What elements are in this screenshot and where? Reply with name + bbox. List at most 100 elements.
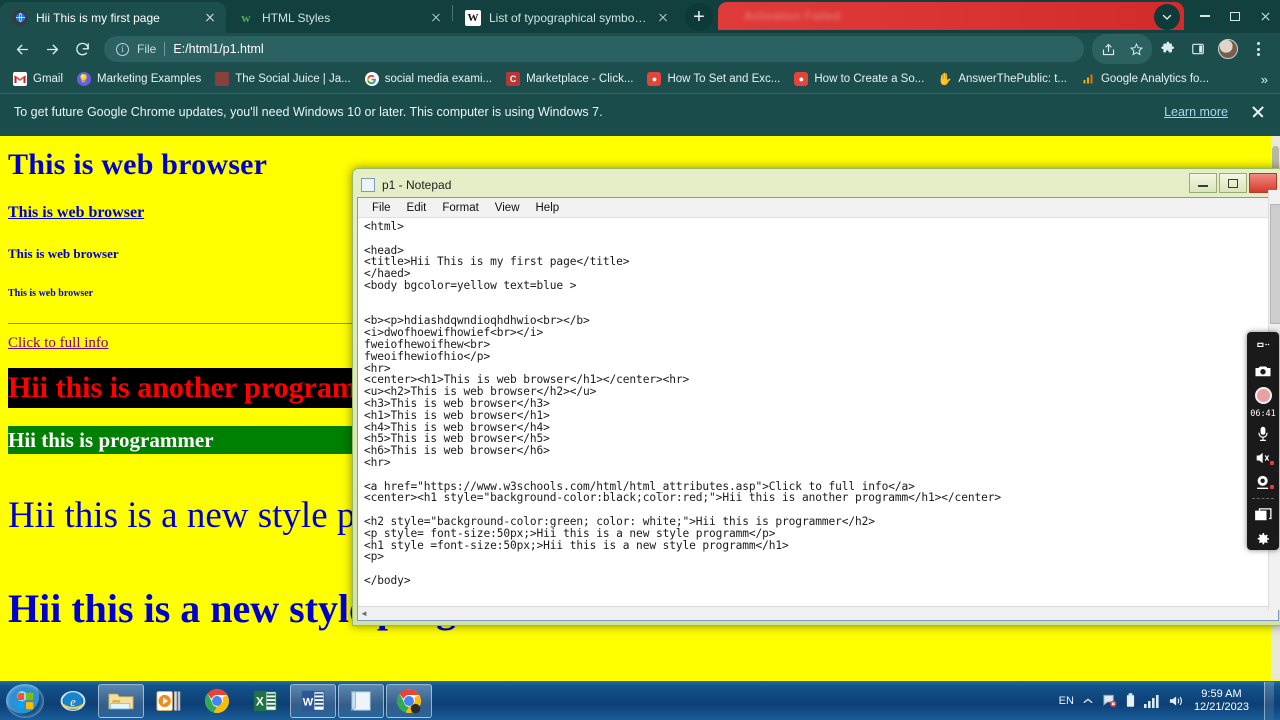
clock[interactable]: 9:59 AM 12/21/2023 <box>1194 688 1249 714</box>
puzzle-icon[interactable] <box>1154 35 1182 63</box>
network-icon[interactable] <box>1102 694 1117 708</box>
taskbar-item-google-chrome[interactable] <box>194 684 240 718</box>
taskbar-item-microsoft-word[interactable]: W <box>290 683 336 718</box>
close-icon[interactable] <box>1250 1 1280 31</box>
system-tray: EN 9:59 AM 12/21/2023 <box>1059 681 1280 720</box>
three-dot-menu-icon[interactable] <box>1244 35 1272 63</box>
show-desktop-button[interactable] <box>1264 681 1274 720</box>
learn-more-link[interactable]: Learn more <box>1164 105 1228 119</box>
reload-icon[interactable] <box>68 35 96 63</box>
tab-strip: Hii This is my first page w HTML Styles … <box>0 0 1280 33</box>
banner-message: To get future Google Chrome updates, you… <box>14 104 603 119</box>
bookmark-gmail[interactable]: Gmail <box>6 69 70 89</box>
svg-text:X: X <box>256 694 264 708</box>
taskbar-item-notepad[interactable] <box>338 683 384 718</box>
bookmark-marketing-examples[interactable]: 💡 Marketing Examples <box>70 69 208 89</box>
chevron-up-icon[interactable] <box>1083 697 1093 705</box>
notepad-window[interactable]: p1 - Notepad File Edit Format View Help … <box>352 168 1280 626</box>
address-bar[interactable]: i File E:/html1/p1.html <box>104 36 1084 62</box>
activation-notification-strip: Activation Failed <box>718 2 1184 30</box>
close-icon[interactable] <box>428 10 444 26</box>
bookmark-label: social media exami... <box>384 73 493 85</box>
bookmark-the-social-juice[interactable]: The Social Juice | Ja... <box>208 69 357 89</box>
wikipedia-icon: W <box>465 9 481 26</box>
bulb-icon: 💡 <box>77 72 92 86</box>
red-owl-icon: ● <box>647 72 662 86</box>
bookmark-label: How to Create a So... <box>814 73 925 85</box>
bookmark-marketplace-clickbank[interactable]: C Marketplace - Click... <box>499 69 640 89</box>
forward-arrow-icon[interactable] <box>38 35 66 63</box>
microphone-icon[interactable] <box>1250 423 1276 444</box>
bookmark-label: Marketing Examples <box>97 73 202 85</box>
back-arrow-icon[interactable] <box>8 35 36 63</box>
close-icon[interactable] <box>655 10 671 26</box>
language-indicator[interactable]: EN <box>1059 695 1074 707</box>
clock-date: 12/21/2023 <box>1193 700 1249 713</box>
bookmarks-bar: Gmail 💡 Marketing Examples The Social Ju… <box>0 65 1280 93</box>
windows-start-orb[interactable] <box>6 683 44 718</box>
scrollbar-thumb[interactable] <box>1270 204 1280 324</box>
bookmark-how-to-create-a-social[interactable]: ● How to Create a So... <box>787 69 931 89</box>
click-to-full-info-link[interactable]: Click to full info <box>8 335 108 351</box>
webcam-icon[interactable] <box>1250 472 1276 493</box>
close-icon[interactable] <box>1250 104 1266 120</box>
scroll-left-icon[interactable]: ◄ <box>360 609 368 618</box>
notepad-window-controls <box>1189 173 1277 193</box>
toolbar-right-group <box>1092 34 1272 64</box>
new-tab-button[interactable]: + <box>685 3 713 31</box>
bookmark-google-analytics[interactable]: Google Analytics fo... <box>1074 69 1216 89</box>
close-icon[interactable] <box>202 10 218 26</box>
signal-icon[interactable] <box>1143 694 1160 708</box>
notepad-text-area[interactable]: <html> <head> <title>Hii This is my firs… <box>358 218 1278 606</box>
bookmark-label: The Social Juice | Ja... <box>235 73 351 85</box>
window-icon[interactable] <box>1250 504 1276 525</box>
chevron-down-icon[interactable] <box>1154 4 1180 30</box>
taskbar-item-file-explorer[interactable] <box>98 683 144 718</box>
taskbar-item-microsoft-excel[interactable]: X <box>242 684 288 718</box>
svg-text:e: e <box>70 694 76 708</box>
maximize-icon[interactable] <box>1219 173 1247 193</box>
taskbar-item-google-chrome-window[interactable] <box>386 683 432 718</box>
taskbar-item-media-player[interactable] <box>146 684 192 718</box>
bookmark-social-media-examiner[interactable]: social media exami... <box>358 69 499 89</box>
clickbank-icon: C <box>506 72 521 86</box>
hand-icon: ✋ <box>937 72 953 86</box>
screen-recorder-toolbar[interactable]: 06:41 <box>1247 332 1279 550</box>
activation-notification-text: Activation Failed <box>744 9 841 23</box>
side-panel-icon[interactable] <box>1184 35 1212 63</box>
bookmark-label: AnswerThePublic: t... <box>958 73 1067 85</box>
taskbar-top-edge <box>0 679 1280 681</box>
battery-icon[interactable] <box>1126 693 1135 708</box>
camera-icon[interactable] <box>1250 360 1276 381</box>
url-text: E:/html1/p1.html <box>173 42 264 56</box>
volume-icon[interactable] <box>1169 694 1185 708</box>
star-icon[interactable] <box>1122 35 1150 63</box>
minimize-icon[interactable] <box>1189 173 1217 193</box>
maximize-icon[interactable] <box>1220 1 1250 31</box>
taskbar-item-internet-explorer[interactable]: e <box>50 684 96 718</box>
info-circle-icon[interactable]: i <box>116 42 129 56</box>
drag-handle-icon[interactable] <box>1250 336 1276 357</box>
speaker-icon[interactable] <box>1250 447 1276 468</box>
bookmarks-overflow-button[interactable]: » <box>1261 72 1274 87</box>
menu-item-view[interactable]: View <box>487 202 528 214</box>
bookmark-label: Google Analytics fo... <box>1100 73 1210 85</box>
tab-hii-this-is-my-first-page[interactable]: Hii This is my first page <box>0 2 226 33</box>
share-icon[interactable] <box>1094 35 1122 63</box>
tab-list-of-typographical-symbols[interactable]: W List of typographical symbols an <box>453 2 679 33</box>
notepad-horizontal-scrollbar[interactable]: ◄ <box>358 606 1278 620</box>
avatar-icon[interactable] <box>1214 35 1242 63</box>
menu-item-help[interactable]: Help <box>528 202 568 214</box>
recording-timer: 06:41 <box>1250 409 1276 420</box>
gear-icon[interactable] <box>1250 529 1276 550</box>
record-button-icon[interactable] <box>1250 385 1276 406</box>
menu-item-format[interactable]: Format <box>434 202 486 214</box>
bookmark-how-to-set-and-exceed[interactable]: ● How To Set and Exc... <box>640 69 787 89</box>
bookmark-answerthepublic[interactable]: ✋ AnswerThePublic: t... <box>931 69 1074 89</box>
tab-html-styles[interactable]: w HTML Styles <box>226 2 452 33</box>
menu-item-file[interactable]: File <box>364 202 399 214</box>
notepad-title-bar[interactable]: p1 - Notepad <box>357 173 1279 197</box>
browser-toolbar: i File E:/html1/p1.html <box>0 33 1280 65</box>
menu-item-edit[interactable]: Edit <box>399 202 435 214</box>
minimize-icon[interactable] <box>1190 1 1220 31</box>
